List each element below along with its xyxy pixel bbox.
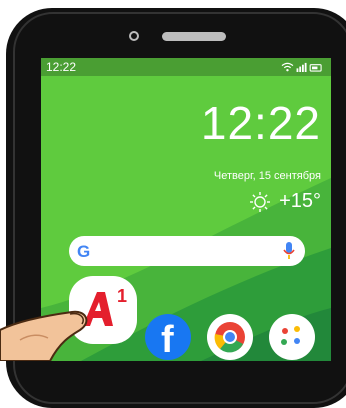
wifi-icon — [281, 62, 294, 69]
apps-drawer-icon[interactable] — [269, 314, 315, 360]
lockscreen-date: Четверг, 15 сентября — [213, 170, 321, 182]
earpiece-speaker — [162, 32, 226, 41]
facebook-app-icon[interactable]: f — [145, 314, 191, 361]
signal-icon — [296, 62, 307, 72]
mic-icon[interactable] — [283, 241, 295, 261]
chrome-icon — [214, 322, 245, 353]
battery-icon — [309, 64, 322, 72]
sun-icon — [250, 191, 271, 212]
lockscreen-clock: 12:22 — [200, 97, 321, 149]
status-icons — [281, 62, 322, 72]
status-time: 12:22 — [46, 60, 77, 74]
chrome-app-icon[interactable] — [207, 314, 253, 360]
finger-tap-illustration — [0, 310, 88, 361]
facebook-icon: f — [161, 319, 174, 361]
wifi-dot — [286, 69, 289, 72]
temperature: +15° — [279, 190, 321, 212]
google-search-bar[interactable]: G — [69, 236, 305, 266]
front-camera — [129, 31, 139, 41]
google-logo: G — [77, 242, 91, 261]
dots-icon — [281, 326, 300, 345]
status-bar: 12:22 — [41, 58, 331, 76]
weather-widget[interactable]: +15° — [249, 190, 321, 213]
a1-superscript: 1 — [117, 286, 128, 306]
